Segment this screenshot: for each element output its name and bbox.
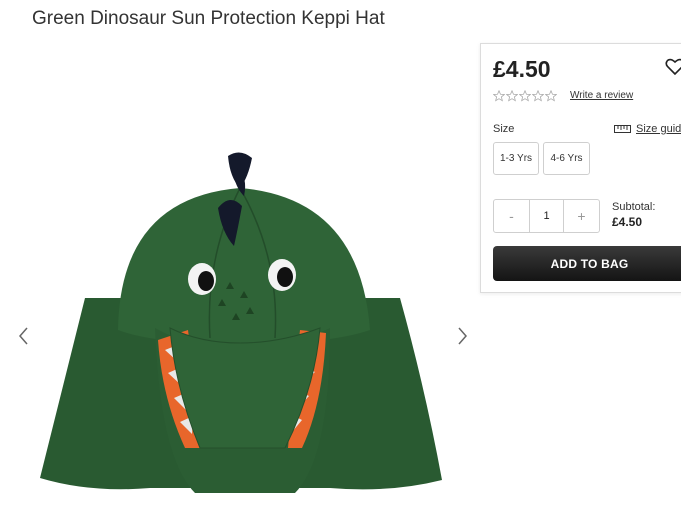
quantity-stepper: - 1 + [493,199,600,233]
star-icon [519,90,531,102]
add-to-bag-button[interactable]: ADD TO BAG [493,246,681,281]
price: £4.50 [493,56,551,82]
quantity-decrease-button[interactable]: - [494,200,529,232]
star-icon [532,90,544,102]
size-option-4-6-yrs[interactable]: 4-6 Yrs [543,142,590,175]
subtotal-value: £4.50 [612,215,643,229]
quantity-input[interactable]: 1 [529,200,564,232]
ruler-icon [614,125,631,133]
star-icon [545,90,557,102]
rating-stars [493,90,557,102]
star-icon [506,90,518,102]
write-review-link[interactable]: Write a review [570,90,633,101]
product-gallery [0,40,480,517]
hat-product-image [40,152,442,493]
size-label: Size [493,123,515,135]
purchase-panel: £4.50 Write a review Size Size guide 1-3… [480,43,681,293]
heart-icon[interactable] [665,58,681,76]
size-option-1-3-yrs[interactable]: 1-3 Yrs [493,142,539,175]
quantity-increase-button[interactable]: + [564,200,599,232]
star-icon [493,90,505,102]
chevron-right-icon[interactable] [454,324,470,348]
size-guide-label: Size guide [636,123,681,135]
size-guide-link[interactable]: Size guide [614,123,681,135]
page-title: Green Dinosaur Sun Protection Keppi Hat [32,8,385,29]
subtotal-label: Subtotal: [612,201,656,213]
